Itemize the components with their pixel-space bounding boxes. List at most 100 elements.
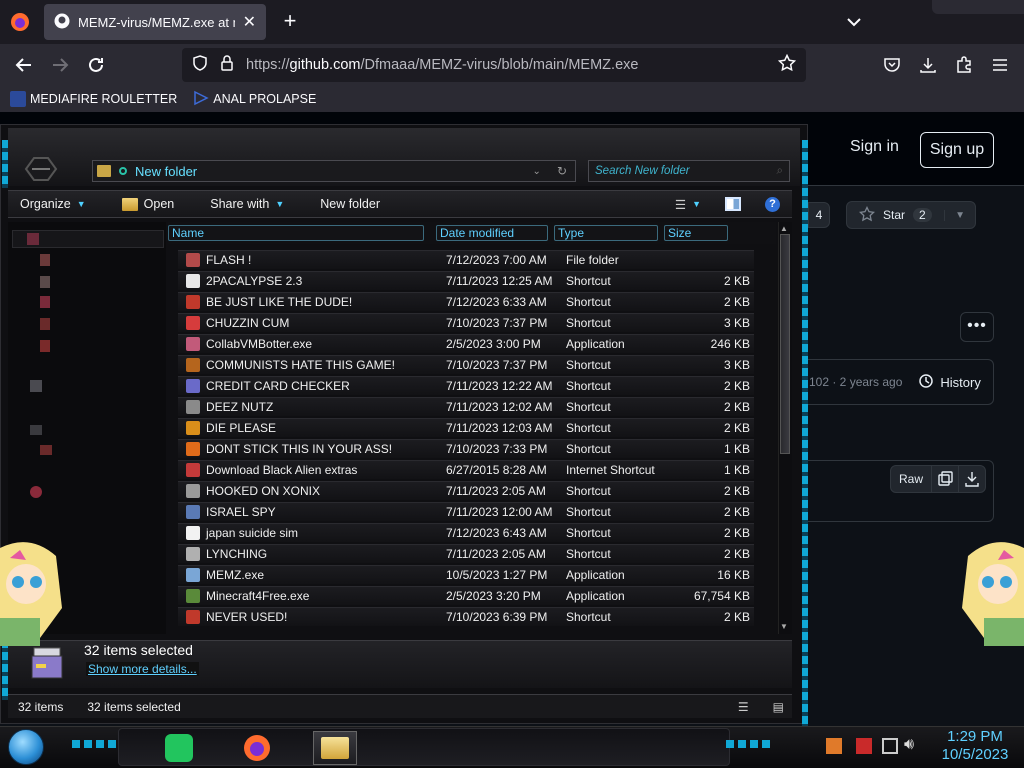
tab-active[interactable]: MEMZ-virus/MEMZ.exe at main ✕ xyxy=(44,4,266,40)
folder-open-icon xyxy=(121,197,138,211)
file-row[interactable]: japan suicide sim 7/12/2023 6:43 AM Shortc… xyxy=(178,523,754,542)
downloads-icon[interactable] xyxy=(913,50,943,80)
copy-button[interactable] xyxy=(931,465,959,493)
preview-pane-button[interactable] xyxy=(713,191,753,217)
bookmark-mediafire[interactable]: MEDIAFIRE ROULETTER xyxy=(10,91,177,107)
file-row[interactable]: NEVER USED! 7/10/2023 6:39 PM Shortcut 2 KB xyxy=(178,607,754,626)
fork-count[interactable]: 4 xyxy=(808,202,830,228)
file-row[interactable]: DEEZ NUTZ 7/11/2023 12:02 AM Shortcut 2 KB xyxy=(178,397,754,416)
nav-item[interactable] xyxy=(40,294,50,310)
close-tab-icon[interactable]: ✕ xyxy=(243,12,256,32)
nav-item[interactable] xyxy=(40,316,50,332)
file-row[interactable]: LYNCHING 7/11/2023 2:05 AM Shortcut 2 KB xyxy=(178,544,754,563)
hamburger-menu-icon[interactable] xyxy=(985,50,1015,80)
bookmark-second[interactable]: ANAL PROLAPSE xyxy=(193,90,316,109)
file-name: Download Black Alien extras xyxy=(206,463,358,477)
star-button[interactable]: Star 2 ▼ xyxy=(846,201,976,229)
tray-network-icon[interactable] xyxy=(882,738,898,754)
file-row[interactable]: DONT STICK THIS IN YOUR ASS! 7/10/2023 7:… xyxy=(178,439,754,458)
reload-button[interactable] xyxy=(81,50,111,80)
scroll-up-arrow-icon[interactable]: ▲ xyxy=(780,224,788,233)
file-row[interactable]: Download Black Alien extras 6/27/2015 8:2… xyxy=(178,460,754,479)
sign-in-link[interactable]: Sign in xyxy=(850,138,899,156)
file-row[interactable]: Minecraft4Free.exe 2/5/2023 3:20 PM Applic… xyxy=(178,586,754,605)
address-bar[interactable]: New folder ⌄ ↻ xyxy=(92,160,576,182)
open-button[interactable]: Open xyxy=(110,191,187,217)
file-date: 2/5/2023 3:00 PM xyxy=(446,337,541,351)
file-row[interactable]: CollabVMBotter.exe 2/5/2023 3:00 PM Applic… xyxy=(178,334,754,353)
chevron-down-icon[interactable]: ⌄ xyxy=(533,166,541,177)
tray-security-icon[interactable] xyxy=(856,738,872,754)
column-type[interactable]: Type xyxy=(554,225,658,241)
chevron-down-icon: ▼ xyxy=(275,199,285,209)
new-tab-button[interactable]: + xyxy=(278,10,302,34)
file-size: 2 KB xyxy=(723,400,750,414)
view-options-button[interactable]: ☰ ▼ xyxy=(663,191,713,217)
window-controls[interactable] xyxy=(932,0,1024,14)
file-row[interactable]: MEMZ.exe 10/5/2023 1:27 PM Application 16 K… xyxy=(178,565,754,584)
nav-item[interactable] xyxy=(30,378,42,394)
history-link[interactable]: History xyxy=(918,373,981,392)
nav-item[interactable] xyxy=(30,422,42,438)
bookmark-icon xyxy=(193,90,209,109)
taskbar-clock[interactable]: 1:29 PM 10/5/2023 xyxy=(930,728,1020,764)
url-text[interactable]: https://github.com/Dfmaaa/MEMZ-virus/blo… xyxy=(246,57,766,73)
file-row[interactable]: BE JUST LIKE THE DUDE! 7/12/2023 6:33 AM S… xyxy=(178,292,754,311)
taskbar-explorer-app[interactable] xyxy=(313,731,357,765)
taskbar-notes-app[interactable] xyxy=(161,731,197,765)
file-name: DIE PLEASE xyxy=(206,421,277,435)
organize-button[interactable]: Organize ▼ xyxy=(8,191,98,217)
pocket-icon[interactable] xyxy=(877,50,907,80)
show-more-details-link[interactable]: Show more details... xyxy=(86,662,199,676)
volume-icon[interactable]: 🔊︎ xyxy=(904,736,914,754)
shield-icon[interactable] xyxy=(192,55,208,75)
back-button[interactable] xyxy=(9,50,39,80)
search-icon[interactable]: ⌕ xyxy=(777,165,789,178)
file-row[interactable]: ISRAEL SPY 7/11/2023 12:00 AM Shortcut 2 KB xyxy=(178,502,754,521)
file-row[interactable]: CHUZZIN CUM 7/10/2023 7:37 PM Shortcut 3 KB xyxy=(178,313,754,332)
scroll-down-arrow-icon[interactable]: ▼ xyxy=(780,622,788,631)
share-with-button[interactable]: Share with ▼ xyxy=(198,191,296,217)
star-bookmark-icon[interactable] xyxy=(777,53,797,76)
forward-arrow-icon xyxy=(53,58,69,72)
file-row[interactable]: DIE PLEASE 7/11/2023 12:03 AM Shortcut 2 KB xyxy=(178,418,754,437)
extensions-icon[interactable] xyxy=(949,50,979,80)
nav-item[interactable] xyxy=(40,274,50,290)
scrollbar-thumb[interactable] xyxy=(780,234,790,454)
file-row[interactable]: HOOKED ON XONIX 7/11/2023 2:05 AM Shortcut… xyxy=(178,481,754,500)
tiles-view-icon[interactable]: ▤ xyxy=(773,700,784,714)
chevron-down-icon[interactable]: ▼ xyxy=(944,209,965,221)
firefox-icon[interactable] xyxy=(8,10,32,34)
search-input[interactable]: Search New folder ⌕ xyxy=(588,160,790,182)
more-options-button[interactable]: ••• xyxy=(960,312,994,342)
taskbar-firefox-app[interactable] xyxy=(239,731,275,765)
forward-button[interactable] xyxy=(45,50,75,80)
back-arrow-icon xyxy=(15,58,31,72)
column-size[interactable]: Size xyxy=(664,225,728,241)
help-button[interactable]: ? xyxy=(753,191,792,217)
column-date-modified[interactable]: Date modified xyxy=(436,225,548,241)
nav-item[interactable] xyxy=(40,252,50,268)
file-row[interactable]: FLASH ! 7/12/2023 7:00 AM File folder xyxy=(178,250,754,269)
details-view-icon[interactable]: ☰ xyxy=(738,700,749,714)
start-orb-button[interactable] xyxy=(8,729,44,765)
file-row[interactable]: 2PACALYPSE 2.3 7/11/2023 12:25 AM Shortcut… xyxy=(178,271,754,290)
url-bar[interactable]: https://github.com/Dfmaaa/MEMZ-virus/blo… xyxy=(182,48,806,82)
download-raw-button[interactable] xyxy=(958,465,986,493)
sign-up-button[interactable]: Sign up xyxy=(920,132,994,168)
file-row[interactable]: COMMUNISTS HATE THIS GAME! 7/10/2023 7:37… xyxy=(178,355,754,374)
file-type: Shortcut xyxy=(566,295,611,309)
nav-item[interactable] xyxy=(40,442,52,458)
tray-app-icon[interactable] xyxy=(826,738,842,754)
folder-icon xyxy=(321,737,349,759)
nav-favorites[interactable] xyxy=(12,230,164,248)
refresh-icon[interactable]: ↻ xyxy=(549,164,575,178)
new-folder-button[interactable]: New folder xyxy=(308,191,392,217)
lock-icon[interactable] xyxy=(220,55,234,75)
chevron-down-icon[interactable] xyxy=(842,10,866,34)
column-name[interactable]: Name xyxy=(168,225,424,241)
file-row[interactable]: CREDIT CARD CHECKER 7/11/2023 12:22 AM Sho… xyxy=(178,376,754,395)
nav-item[interactable] xyxy=(30,484,42,500)
raw-button[interactable]: Raw xyxy=(890,465,932,493)
nav-item[interactable] xyxy=(40,338,50,354)
